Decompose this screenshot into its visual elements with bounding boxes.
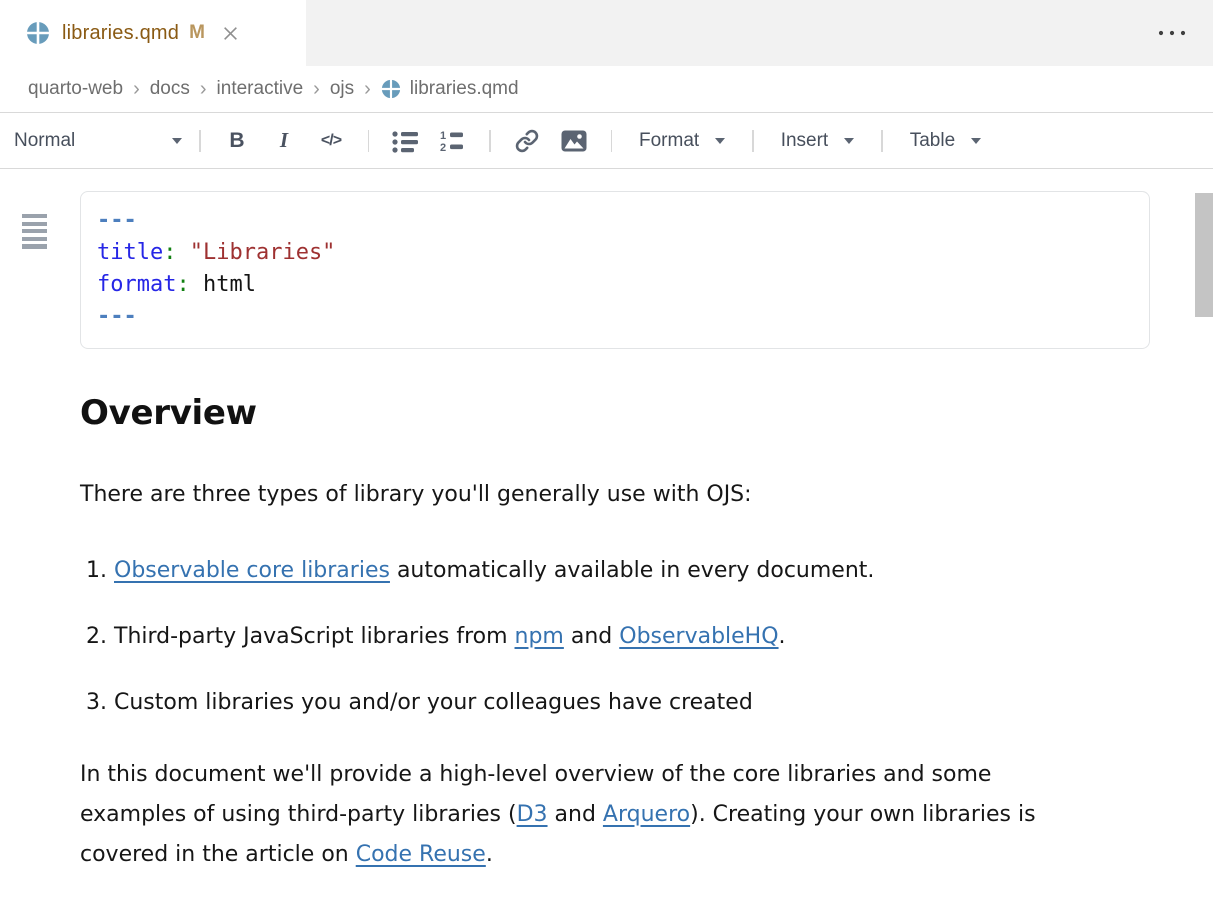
yaml-delimiter: ---	[97, 301, 1133, 333]
toolbar-divider	[611, 130, 613, 152]
toolbar-divider	[199, 130, 201, 152]
breadcrumb-separator-icon: ›	[200, 78, 207, 101]
italic-icon: I	[280, 128, 288, 153]
breadcrumb-separator-icon: ›	[133, 78, 140, 101]
svg-text:1: 1	[440, 130, 446, 142]
chevron-down-icon	[844, 138, 854, 144]
tab-libraries-qmd[interactable]: libraries.qmd M	[0, 0, 306, 66]
more-horizontal-icon	[1157, 28, 1187, 38]
breadcrumb-item[interactable]: libraries.qmd	[381, 78, 519, 100]
tab-bar: libraries.qmd M	[0, 0, 1213, 66]
doc-link[interactable]: Observable core libraries	[114, 558, 390, 583]
breadcrumb-item-label: ojs	[330, 78, 354, 99]
list-item: Third-party JavaScript libraries from np…	[114, 617, 1010, 657]
table-menu[interactable]: Table	[896, 130, 995, 152]
tab-bar-spacer	[306, 0, 1131, 66]
formatting-toolbar: Normal B I </> 1 2	[0, 113, 1213, 169]
format-menu-label: Format	[639, 130, 699, 152]
toolbar-divider	[489, 130, 491, 152]
breadcrumb-item[interactable]: interactive	[217, 78, 304, 100]
breadcrumb-item[interactable]: quarto-web	[28, 78, 123, 100]
closing-paragraph: In this document we'll provide a high-le…	[80, 755, 1037, 875]
yaml-entry: title: "Libraries"	[97, 237, 1133, 269]
insert-menu[interactable]: Insert	[767, 130, 869, 152]
bold-button[interactable]: B	[214, 121, 261, 161]
numbered-list-button[interactable]: 1 2	[429, 121, 476, 161]
list-item: Custom libraries you and/or your colleag…	[114, 683, 1010, 723]
toolbar-divider	[752, 130, 754, 152]
tab-filename: libraries.qmd	[62, 22, 179, 45]
toolbar-divider	[881, 130, 883, 152]
breadcrumb: quarto-web › docs › interactive › ojs › librari…	[0, 66, 1213, 113]
breadcrumb-item-label: quarto-web	[28, 78, 123, 99]
code-button[interactable]: </>	[308, 121, 355, 161]
chevron-down-icon	[971, 138, 981, 144]
doc-link[interactable]: D3	[517, 802, 548, 827]
doc-link[interactable]: Arquero	[603, 802, 690, 827]
code-icon: </>	[321, 132, 341, 150]
vertical-scrollbar-thumb[interactable]	[1195, 193, 1213, 317]
chevron-down-icon	[172, 138, 182, 144]
toolbar-divider	[368, 130, 370, 152]
yaml-front-matter-block[interactable]: ---title: "Libraries"format: html---	[80, 191, 1150, 349]
intro-paragraph: There are three types of library you'll …	[80, 475, 1060, 515]
breadcrumb-separator-icon: ›	[364, 78, 371, 101]
bullet-list-button[interactable]	[382, 121, 429, 161]
breadcrumb-item[interactable]: docs	[150, 78, 190, 100]
bullet-list-icon	[392, 129, 419, 153]
modified-badge: M	[189, 22, 205, 44]
numbered-list-icon: 1 2	[439, 129, 466, 153]
close-tab-icon[interactable]	[219, 22, 242, 45]
table-menu-label: Table	[910, 130, 955, 152]
breadcrumb-item-label: docs	[150, 78, 190, 99]
breadcrumb-separator-icon: ›	[313, 78, 320, 101]
quarto-icon	[381, 79, 401, 99]
paragraph-style-value: Normal	[14, 130, 75, 152]
breadcrumb-item[interactable]: ojs	[330, 78, 354, 100]
image-icon	[561, 130, 587, 152]
document-heading: Overview	[80, 393, 1213, 433]
more-actions-button[interactable]	[1131, 0, 1213, 66]
yaml-entry: format: html	[97, 269, 1133, 301]
breadcrumb-item-label: libraries.qmd	[410, 78, 519, 100]
visual-editor-canvas[interactable]: ---title: "Libraries"format: html--- Ove…	[0, 191, 1213, 909]
italic-button[interactable]: I	[261, 121, 308, 161]
bold-icon: B	[229, 129, 244, 153]
doc-link[interactable]: ObservableHQ	[619, 624, 778, 649]
quarto-file-icon	[26, 21, 50, 45]
doc-link[interactable]: npm	[515, 624, 564, 649]
format-menu[interactable]: Format	[625, 130, 739, 152]
breadcrumb-item-label: interactive	[217, 78, 304, 99]
list-item: Observable core libraries automatically …	[114, 551, 1010, 591]
insert-image-button[interactable]	[551, 121, 598, 161]
insert-link-button[interactable]	[504, 121, 551, 161]
link-icon	[515, 129, 539, 153]
library-types-list: Observable core libraries automatically …	[80, 551, 1010, 723]
svg-text:2: 2	[440, 142, 446, 153]
insert-menu-label: Insert	[781, 130, 829, 152]
yaml-delimiter: ---	[97, 205, 1133, 237]
doc-link[interactable]: Code Reuse	[356, 842, 486, 867]
paragraph-style-select[interactable]: Normal	[14, 130, 186, 152]
chevron-down-icon	[715, 138, 725, 144]
block-drag-handle-icon[interactable]	[22, 214, 47, 252]
